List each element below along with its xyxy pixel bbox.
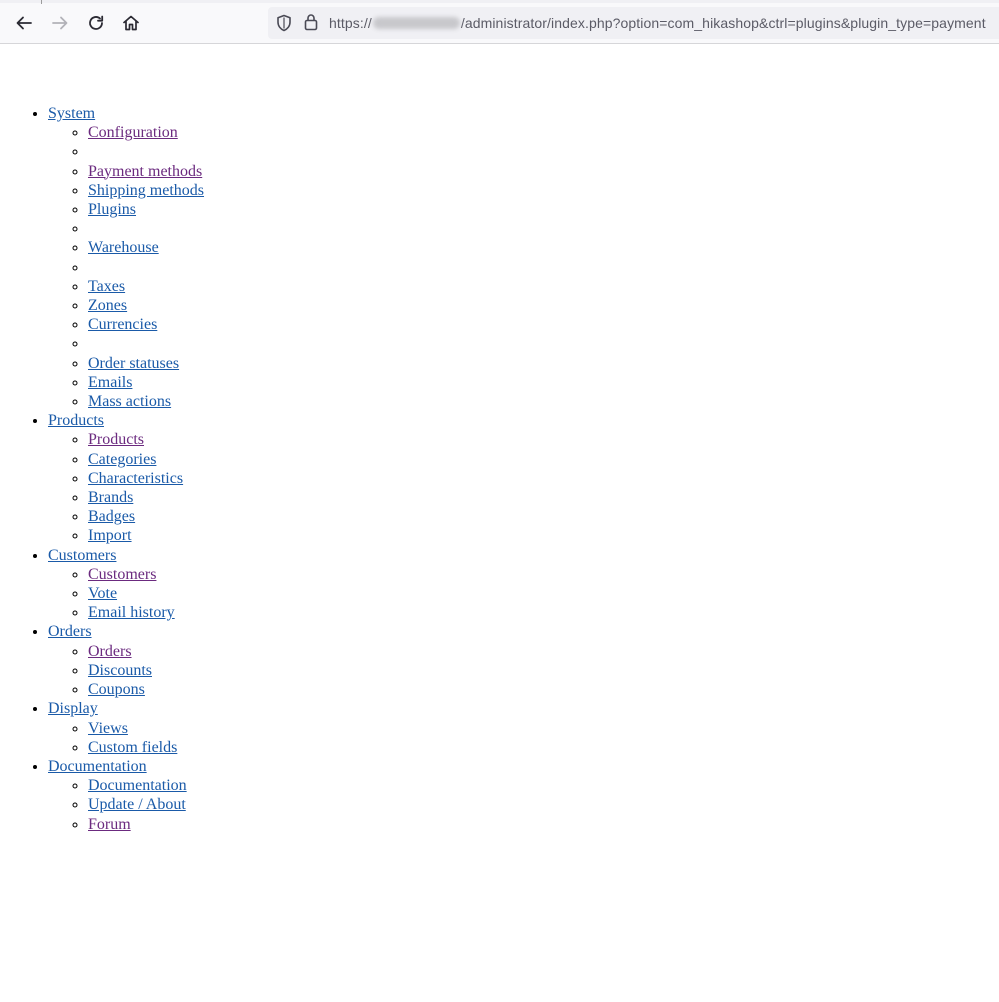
submenu-link[interactable]: Taxes	[88, 278, 125, 295]
menu-group-system: System Configuration Payment methods Shippi…	[48, 104, 204, 411]
submenu-separator	[88, 258, 204, 277]
submenu-link[interactable]: Categories	[88, 451, 156, 468]
submenu-item: Emails	[88, 373, 204, 392]
submenu: Configuration Payment methods Shipping met…	[48, 123, 204, 411]
menu-link[interactable]: Display	[48, 700, 98, 717]
submenu-item: Discounts	[88, 661, 204, 680]
submenu-link[interactable]: Email history	[88, 604, 175, 621]
url-text[interactable]: https:// /administrator/index.php?option=…	[329, 15, 986, 31]
submenu-item: Documentation	[88, 776, 204, 795]
submenu-link[interactable]: Badges	[88, 508, 135, 525]
submenu-link[interactable]: Mass actions	[88, 393, 171, 410]
submenu-item: Coupons	[88, 680, 204, 699]
redacted-domain	[372, 17, 460, 29]
forward-button[interactable]	[46, 9, 74, 37]
address-bar[interactable]: https:// /administrator/index.php?option=…	[268, 7, 999, 39]
submenu-item: Custom fields	[88, 738, 204, 757]
submenu-link[interactable]: Zones	[88, 297, 127, 314]
submenu-link[interactable]: Vote	[88, 585, 117, 602]
url-prefix: https://	[329, 15, 372, 31]
submenu-item: Currencies	[88, 315, 204, 334]
submenu-link[interactable]: Warehouse	[88, 239, 159, 256]
back-button[interactable]	[10, 9, 38, 37]
submenu-link[interactable]: Characteristics	[88, 470, 183, 487]
submenu-item: Categories	[88, 450, 204, 469]
shield-icon[interactable]	[276, 14, 292, 32]
menu-group-display: Display Views Custom fields	[48, 699, 204, 757]
submenu-link[interactable]: Plugins	[88, 201, 136, 218]
browser-toolbar: https:// /administrator/index.php?option=…	[0, 0, 999, 44]
hikashop-menu: System Configuration Payment methods Shippi…	[0, 104, 204, 834]
submenu-item: Order statuses	[88, 354, 204, 373]
submenu-link[interactable]: Forum	[88, 816, 131, 833]
submenu-item: Payment methods	[88, 162, 204, 181]
submenu-item: Characteristics	[88, 469, 204, 488]
submenu-item: Orders	[88, 642, 204, 661]
tab-divider	[41, 0, 42, 4]
submenu-link[interactable]: Import	[88, 527, 132, 544]
submenu-link[interactable]: Update / About	[88, 796, 186, 813]
submenu-item: Vote	[88, 584, 204, 603]
submenu: Products Categories Characteristics Brands B…	[48, 430, 204, 545]
reload-icon	[89, 15, 104, 30]
submenu-item: Badges	[88, 507, 204, 526]
submenu-link[interactable]: Coupons	[88, 681, 145, 698]
menu-link[interactable]: Products	[48, 412, 104, 429]
submenu-item: Configuration	[88, 123, 204, 142]
submenu-item: Zones	[88, 296, 204, 315]
url-path: /administrator/index.php?option=com_hika…	[460, 15, 986, 31]
submenu-link[interactable]: Customers	[88, 566, 156, 583]
submenu-item: Taxes	[88, 277, 204, 296]
submenu-item: Forum	[88, 815, 204, 834]
submenu-item: Warehouse	[88, 238, 204, 257]
submenu-link[interactable]: Brands	[88, 489, 133, 506]
submenu-link[interactable]: Custom fields	[88, 739, 177, 756]
menu-link[interactable]: Customers	[48, 547, 116, 564]
submenu-link[interactable]: Orders	[88, 643, 132, 660]
tab-strip-edge	[0, 0, 999, 3]
menu-group-products: Products Products Categories Characteristic…	[48, 411, 204, 545]
menu-link[interactable]: System	[48, 105, 95, 122]
submenu: Orders Discounts Coupons	[48, 642, 204, 700]
submenu-item: Products	[88, 430, 204, 449]
submenu-link[interactable]: Order statuses	[88, 355, 179, 372]
submenu-link[interactable]: Views	[88, 720, 128, 737]
submenu: Customers Vote Email history	[48, 565, 204, 623]
menu-link[interactable]: Orders	[48, 623, 92, 640]
arrow-left-icon	[16, 16, 32, 30]
menu-group-documentation: Documentation Documentation Update / About…	[48, 757, 204, 834]
reload-button[interactable]	[82, 9, 110, 37]
submenu-separator	[88, 142, 204, 161]
submenu: Documentation Update / About Forum	[48, 776, 204, 834]
submenu-item: Shipping methods	[88, 181, 204, 200]
submenu-item: Brands	[88, 488, 204, 507]
submenu-link[interactable]: Configuration	[88, 124, 178, 141]
submenu-link[interactable]: Currencies	[88, 316, 157, 333]
menu-link[interactable]: Documentation	[48, 758, 147, 775]
submenu-link[interactable]: Products	[88, 431, 144, 448]
submenu-link[interactable]: Documentation	[88, 777, 187, 794]
submenu-separator	[88, 334, 204, 353]
arrow-right-icon	[52, 16, 68, 30]
home-button[interactable]	[117, 9, 145, 37]
submenu-item: Email history	[88, 603, 204, 622]
submenu-item: Plugins	[88, 200, 204, 219]
submenu-link[interactable]: Discounts	[88, 662, 152, 679]
submenu-link[interactable]: Shipping methods	[88, 182, 204, 199]
submenu-item: Customers	[88, 565, 204, 584]
menu-group-orders: Orders Orders Discounts Coupons	[48, 622, 204, 699]
submenu-link[interactable]: Payment methods	[88, 163, 202, 180]
submenu-item: Mass actions	[88, 392, 204, 411]
submenu-separator	[88, 219, 204, 238]
submenu: Views Custom fields	[48, 719, 204, 757]
home-icon	[123, 15, 139, 31]
menu-group-customers: Customers Customers Vote Email history	[48, 546, 204, 623]
submenu-item: Views	[88, 719, 204, 738]
lock-icon[interactable]	[304, 13, 318, 31]
submenu-item: Import	[88, 526, 204, 545]
submenu-item: Update / About	[88, 795, 204, 814]
submenu-link[interactable]: Emails	[88, 374, 132, 391]
